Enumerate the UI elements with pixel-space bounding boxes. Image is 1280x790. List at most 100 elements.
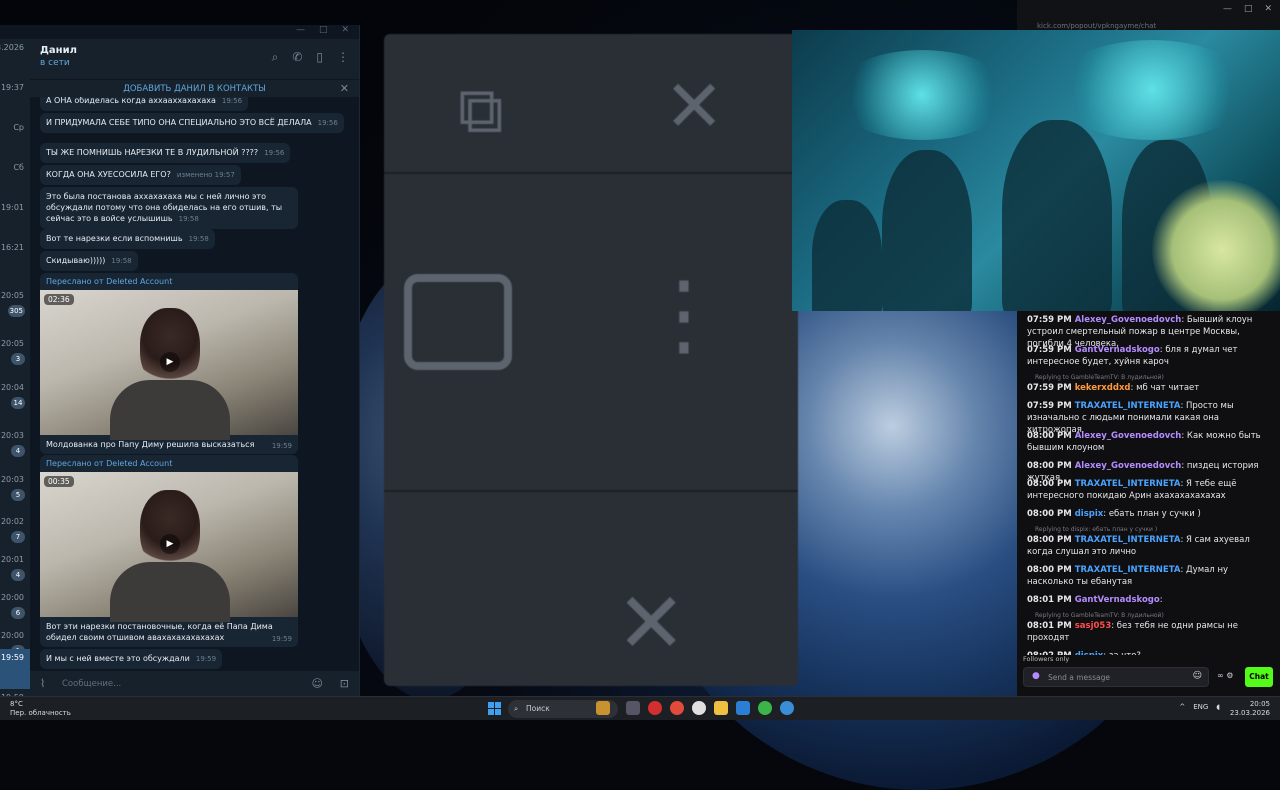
chat-header: Данил в сети ⌕ ✆ ▯ ⋮ — [30, 39, 359, 79]
chat-list-item[interactable]: 20:03 4 — [0, 427, 30, 467]
chat-list-item[interactable]: 19:01 — [0, 199, 30, 239]
chat-message: 07:59 PM GantVernadskogo: бля я думал чет… — [1027, 345, 1238, 367]
unread-badge: 4 — [11, 569, 25, 581]
chat-username[interactable]: kekerxddxd — [1075, 383, 1131, 393]
chat-time: 16:21 — [0, 243, 24, 252]
chat-list-item[interactable]: 16:21 — [0, 239, 30, 279]
chat-time: 20:05 — [0, 339, 24, 348]
chat-list-item[interactable]: 19:37 — [0, 79, 30, 119]
start-icon[interactable] — [488, 702, 501, 715]
emoji-icon[interactable]: ☺ — [1193, 671, 1202, 681]
chat-list-item[interactable]: 20:01 4 — [0, 551, 30, 591]
maximize-icon[interactable]: □ — [319, 25, 328, 39]
chat-username[interactable]: Alexey_Govenoedovch — [1075, 315, 1182, 325]
minimize-icon[interactable]: — — [1223, 4, 1232, 14]
add-contact-bar[interactable]: ДОБАВИТЬ ДАНИЛ В КОНТАКТЫ ✕ — [30, 79, 359, 97]
contact-status: в сети — [40, 58, 70, 68]
clock[interactable]: 20:05 23.03.2026 — [1230, 700, 1270, 718]
chat-username[interactable]: sasj053 — [1075, 621, 1112, 631]
add-contact-label[interactable]: ДОБАВИТЬ ДАНИЛ В КОНТАКТЫ — [123, 84, 266, 94]
contact-name[interactable]: Данил — [40, 45, 77, 56]
video-thumbnail[interactable]: 02:36 ▶ — [40, 290, 298, 440]
task-view-icon[interactable] — [626, 701, 640, 715]
message: Это была постанова аххахахаха мы с ней л… — [40, 187, 298, 229]
chat-list: 23.03.202619:37СрСб 19:01 16:21 20:05305 20:… — [0, 39, 30, 702]
chat-send-button[interactable]: Chat — [1245, 667, 1273, 687]
video-thumbnail[interactable]: 00:35 ▶ — [40, 472, 298, 622]
restore-icon[interactable]: ⧉ — [458, 74, 504, 148]
chat-username[interactable]: GantVernadskogo — [1075, 345, 1160, 355]
more-icon[interactable]: ⋮ — [337, 50, 349, 65]
volume-icon[interactable]: ◖ — [1216, 703, 1220, 711]
file-explorer-icon[interactable] — [714, 701, 728, 715]
minimize-icon[interactable]: — — [296, 25, 305, 39]
forwarded-video-message[interactable]: Переслано от Deleted Account 02:36 ▶ Мол… — [40, 273, 298, 454]
chat-list-item[interactable]: 20:03 5 — [0, 471, 30, 511]
opera-icon[interactable] — [648, 701, 662, 715]
message: ТЫ ЖЕ ПОМНИШЬ НАРЕЗКИ ТЕ В ЛУДИЛЬНОЙ ???… — [40, 143, 291, 163]
chat-username[interactable]: TRAXATEL_INTERNETA — [1075, 565, 1181, 575]
app-icon[interactable] — [758, 701, 772, 715]
chat-username[interactable]: TRAXATEL_INTERNETA — [1075, 479, 1181, 489]
chat-list-item[interactable]: 20:05 305 — [0, 287, 30, 327]
store-icon[interactable] — [736, 701, 750, 715]
close-icon[interactable]: ✕ — [1264, 4, 1272, 14]
chat-list-item[interactable]: 20:05 3 — [0, 335, 30, 375]
browser-icon[interactable] — [670, 701, 684, 715]
forward-source[interactable]: Переслано от Deleted Account — [40, 455, 298, 472]
close-icon[interactable]: ✕ — [664, 64, 724, 148]
video-player[interactable] — [792, 30, 1280, 311]
yandex-icon[interactable] — [692, 701, 706, 715]
sidebar-toggle-icon[interactable] — [404, 274, 512, 370]
maximize-icon[interactable]: □ — [1244, 4, 1253, 14]
forward-source[interactable]: Переслано от Deleted Account — [40, 273, 298, 290]
chat-username[interactable]: TRAXATEL_INTERNETA — [1075, 401, 1181, 411]
chat-input[interactable]: ● Send a message ☺ — [1023, 667, 1209, 687]
close-icon[interactable]: ✕ — [616, 574, 686, 672]
play-icon[interactable]: ▶ — [160, 352, 180, 372]
telegram-icon[interactable] — [780, 701, 794, 715]
chat-username[interactable]: dispix — [1075, 509, 1104, 519]
widget-icon[interactable] — [596, 701, 610, 715]
message-area: А ОНА обиделась когда аххааххахахаха 19:5… — [30, 97, 359, 670]
language-indicator[interactable]: ENG — [1193, 703, 1208, 711]
forwarded-video-message[interactable]: Переслано от Deleted Account 00:35 ▶ Вот… — [40, 455, 298, 647]
browser-titlebar: kick.com/popout/vpkngayme/chat — □ ✕ — [1017, 0, 1280, 30]
bot-menu-icon[interactable]: ⊡ — [340, 677, 349, 690]
unread-badge: 6 — [11, 607, 25, 619]
chat-list-item[interactable]: 23.03.2026 — [0, 39, 30, 79]
chat-time: 19:01 — [0, 203, 24, 212]
chat-list-item[interactable]: Сб — [0, 159, 30, 199]
chevron-up-icon[interactable]: ^ — [1179, 703, 1185, 711]
close-icon[interactable]: ✕ — [341, 25, 349, 39]
emoji-icon[interactable]: ☺ — [312, 677, 323, 690]
sidebar-toggle-icon[interactable]: ▯ — [316, 50, 323, 65]
chat-list-item[interactable]: Ср — [0, 119, 30, 159]
chat-time: 20:03 — [0, 475, 24, 484]
chat-username[interactable]: Alexey_Govenoedovch — [1075, 431, 1182, 441]
message-input[interactable]: Сообщение... — [62, 679, 121, 689]
chat-username[interactable]: GantVernadskogo — [1075, 595, 1160, 605]
chat-list-item[interactable]: 20:04 14 — [0, 379, 30, 419]
search-icon[interactable]: ⌕ — [272, 50, 279, 65]
chat-list-item[interactable]: 19:59 — [0, 649, 30, 689]
unread-badge: 14 — [11, 397, 25, 409]
settings-icon[interactable]: ∞ ⚙ — [1217, 671, 1233, 680]
phone-icon[interactable]: ✆ — [292, 50, 302, 65]
message-input-bar[interactable]: ⌇ Сообщение... ☺ ⊡ — [30, 670, 359, 696]
chat-message: 08:00 PM dispix: ебать план у сучки ) — [1027, 509, 1201, 519]
reply-context: Replying to dispix: ебать план у сучки ) — [1035, 526, 1158, 533]
more-icon[interactable]: ⋮ — [639, 270, 729, 360]
chat-list-item[interactable]: 20:00 6 — [0, 589, 30, 629]
weather-widget[interactable]: 8°C Пер. облачность — [10, 700, 71, 718]
chat-username[interactable]: TRAXATEL_INTERNETA — [1075, 535, 1181, 545]
paperclip-icon[interactable]: ⌇ — [40, 677, 45, 690]
play-icon[interactable]: ▶ — [160, 534, 180, 554]
mic-icon[interactable]: ● — [1032, 671, 1040, 681]
close-icon[interactable]: ✕ — [340, 80, 349, 98]
chat-list-item[interactable]: 20:02 7 — [0, 513, 30, 553]
zoomed-window-controls: ⧉ ✕ ⋮ ✕ — [384, 34, 798, 686]
chat-username[interactable]: Alexey_Govenoedovch — [1075, 461, 1182, 471]
message: И мы с ней вместе это обсуждали 19:59 — [40, 649, 223, 669]
url-bar[interactable]: kick.com/popout/vpkngayme/chat — [1037, 22, 1156, 30]
